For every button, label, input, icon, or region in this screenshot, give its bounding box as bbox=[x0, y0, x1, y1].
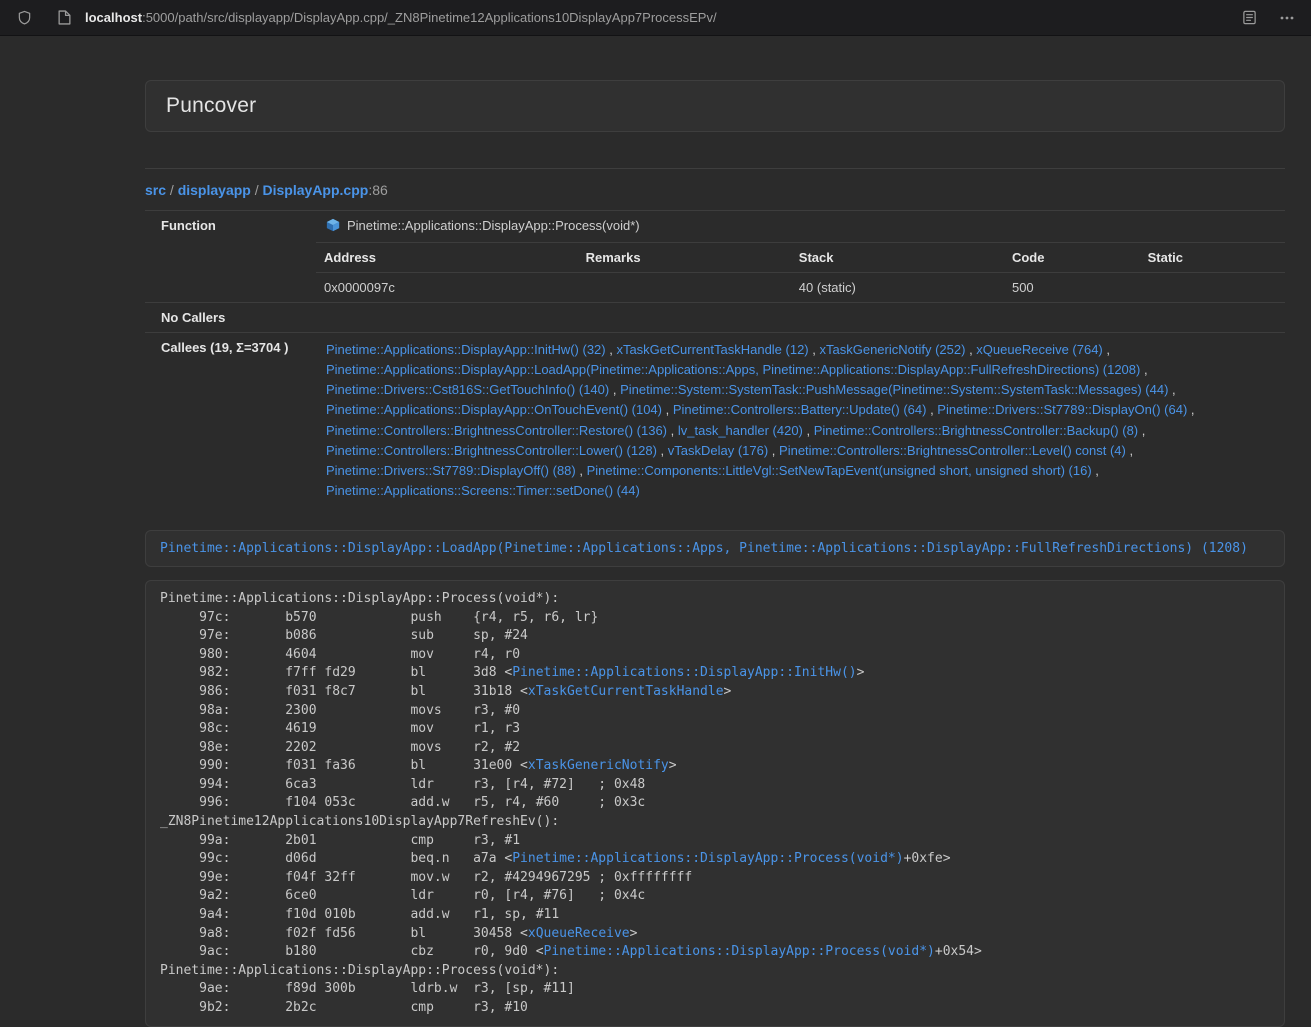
callee-link[interactable]: Pinetime::Drivers::St7789::DisplayOn() (… bbox=[937, 402, 1187, 417]
callee-link[interactable]: Pinetime::Drivers::Cst816S::GetTouchInfo… bbox=[326, 382, 609, 397]
callee-link[interactable]: Pinetime::Components::LittleVgl::SetNewT… bbox=[587, 463, 1092, 478]
breadcrumb-separator: / bbox=[251, 182, 263, 198]
code-symbol-link[interactable]: Pinetime::Applications::DisplayApp::Proc… bbox=[512, 851, 903, 866]
function-detail-row: Address Remarks Stack Code Static 0x0000… bbox=[145, 243, 1285, 303]
callee-separator: , bbox=[768, 443, 779, 458]
url-text: localhost:5000/path/src/displayapp/Displ… bbox=[85, 10, 717, 25]
callee-separator: , bbox=[1103, 342, 1110, 357]
reader-mode-button[interactable] bbox=[1237, 6, 1261, 30]
url-bar[interactable]: localhost:5000/path/src/displayapp/Displ… bbox=[52, 6, 1225, 30]
col-header-address: Address bbox=[316, 243, 578, 273]
url-path: :5000/path/src/displayapp/DisplayApp.cpp… bbox=[142, 10, 717, 25]
callee-link[interactable]: Pinetime::Controllers::BrightnessControl… bbox=[326, 443, 657, 458]
callee-separator: , bbox=[1126, 443, 1133, 458]
disassembly-code: Pinetime::Applications::DisplayApp::Proc… bbox=[160, 590, 1270, 1017]
divider bbox=[145, 168, 1285, 169]
cell-code: 500 bbox=[1004, 273, 1140, 303]
callee-link[interactable]: lv_task_handler (420) bbox=[678, 423, 803, 438]
empty-left-cell bbox=[145, 243, 316, 303]
breadcrumb-link[interactable]: displayapp bbox=[178, 182, 251, 198]
callee-separator: , bbox=[926, 402, 937, 417]
callee-separator: , bbox=[609, 382, 620, 397]
function-type-icon bbox=[326, 218, 340, 235]
detail-table: Address Remarks Stack Code Static 0x0000… bbox=[316, 243, 1285, 302]
no-callers-row: No Callers bbox=[145, 303, 1285, 333]
cell-address: 0x0000097c bbox=[316, 273, 578, 303]
code-symbol-link[interactable]: xQueueReceive bbox=[528, 926, 630, 941]
page-content: Puncover src / displayapp / DisplayApp.c… bbox=[145, 80, 1285, 1027]
function-row: Function Pinetime::Applications::Display… bbox=[145, 211, 1285, 243]
callee-link[interactable]: Pinetime::Controllers::BrightnessControl… bbox=[326, 423, 667, 438]
callee-separator: , bbox=[1168, 382, 1175, 397]
callee-separator: , bbox=[1092, 463, 1099, 478]
callee-link[interactable]: Pinetime::System::SystemTask::PushMessag… bbox=[620, 382, 1168, 397]
callees-cell: Pinetime::Applications::DisplayApp::Init… bbox=[316, 333, 1285, 509]
page-icon bbox=[52, 6, 76, 30]
callee-link[interactable]: Pinetime::Controllers::BrightnessControl… bbox=[779, 443, 1126, 458]
callee-link[interactable]: Pinetime::Applications::DisplayApp::OnTo… bbox=[326, 402, 662, 417]
toolbar-right bbox=[1237, 6, 1299, 30]
callee-link[interactable]: xQueueReceive (764) bbox=[976, 342, 1102, 357]
no-callers-cell bbox=[316, 303, 1285, 333]
no-callers-label: No Callers bbox=[145, 303, 316, 333]
callees-label: Callees (19, Σ=3704 ) bbox=[145, 333, 316, 509]
symbol-panel-link[interactable]: Pinetime::Applications::DisplayApp::Load… bbox=[160, 541, 1248, 556]
menu-dots-button[interactable] bbox=[1275, 6, 1299, 30]
callee-separator: , bbox=[1138, 423, 1145, 438]
callee-link[interactable]: xTaskGetCurrentTaskHandle (12) bbox=[616, 342, 808, 357]
callee-separator: , bbox=[1140, 362, 1147, 377]
detail-header-row: Address Remarks Stack Code Static bbox=[316, 243, 1285, 273]
page-title: Puncover bbox=[166, 94, 1264, 118]
callee-separator: , bbox=[657, 443, 668, 458]
function-row-label: Function bbox=[145, 211, 316, 243]
callee-separator: , bbox=[667, 423, 678, 438]
code-symbol-link[interactable]: xTaskGenericNotify bbox=[528, 758, 669, 773]
browser-chrome: localhost:5000/path/src/displayapp/Displ… bbox=[0, 0, 1311, 36]
function-signature-cell: Pinetime::Applications::DisplayApp::Proc… bbox=[316, 211, 1285, 243]
col-header-static: Static bbox=[1140, 243, 1285, 273]
callee-link[interactable]: vTaskDelay (176) bbox=[668, 443, 768, 458]
col-header-remarks: Remarks bbox=[578, 243, 791, 273]
callee-link[interactable]: Pinetime::Controllers::Battery::Update()… bbox=[673, 402, 927, 417]
callee-separator: , bbox=[965, 342, 976, 357]
function-table: Function Pinetime::Applications::Display… bbox=[145, 210, 1285, 508]
callee-link[interactable]: Pinetime::Drivers::St7789::DisplayOff() … bbox=[326, 463, 576, 478]
shield-icon[interactable] bbox=[12, 6, 36, 30]
code-symbol-link[interactable]: Pinetime::Applications::DisplayApp::Proc… bbox=[544, 944, 935, 959]
col-header-code: Code bbox=[1004, 243, 1140, 273]
symbol-panel: Pinetime::Applications::DisplayApp::Load… bbox=[145, 530, 1285, 567]
callee-separator: , bbox=[1187, 402, 1194, 417]
callee-link[interactable]: xTaskGenericNotify (252) bbox=[820, 342, 966, 357]
cell-remarks bbox=[578, 273, 791, 303]
detail-value-row: 0x0000097c 40 (static) 500 bbox=[316, 273, 1285, 303]
breadcrumb-line-number: :86 bbox=[368, 182, 387, 198]
app-header-panel: Puncover bbox=[145, 80, 1285, 132]
cell-static bbox=[1140, 273, 1285, 303]
callee-link[interactable]: Pinetime::Applications::Screens::Timer::… bbox=[326, 483, 640, 498]
callee-link[interactable]: Pinetime::Applications::DisplayApp::Load… bbox=[326, 362, 1140, 377]
callee-link[interactable]: Pinetime::Applications::DisplayApp::Init… bbox=[326, 342, 606, 357]
detail-subtable-cell: Address Remarks Stack Code Static 0x0000… bbox=[316, 243, 1285, 303]
col-header-stack: Stack bbox=[791, 243, 1004, 273]
breadcrumb-link[interactable]: DisplayApp.cpp bbox=[263, 182, 369, 198]
function-signature: Pinetime::Applications::DisplayApp::Proc… bbox=[347, 218, 640, 233]
code-symbol-link[interactable]: Pinetime::Applications::DisplayApp::Init… bbox=[512, 665, 856, 680]
callees-row: Callees (19, Σ=3704 ) Pinetime::Applicat… bbox=[145, 333, 1285, 509]
cell-stack: 40 (static) bbox=[791, 273, 1004, 303]
breadcrumb: src / displayapp / DisplayApp.cpp:86 bbox=[145, 182, 1285, 198]
callee-link[interactable]: Pinetime::Controllers::BrightnessControl… bbox=[814, 423, 1138, 438]
code-symbol-link[interactable]: xTaskGetCurrentTaskHandle bbox=[528, 684, 724, 699]
callee-separator: , bbox=[662, 402, 673, 417]
callee-separator: , bbox=[803, 423, 814, 438]
callee-separator: , bbox=[809, 342, 820, 357]
url-host: localhost bbox=[85, 10, 142, 25]
breadcrumb-link[interactable]: src bbox=[145, 182, 166, 198]
callee-separator: , bbox=[576, 463, 587, 478]
breadcrumb-separator: / bbox=[166, 182, 178, 198]
callee-separator: , bbox=[606, 342, 617, 357]
disassembly-panel: Pinetime::Applications::DisplayApp::Proc… bbox=[145, 580, 1285, 1027]
